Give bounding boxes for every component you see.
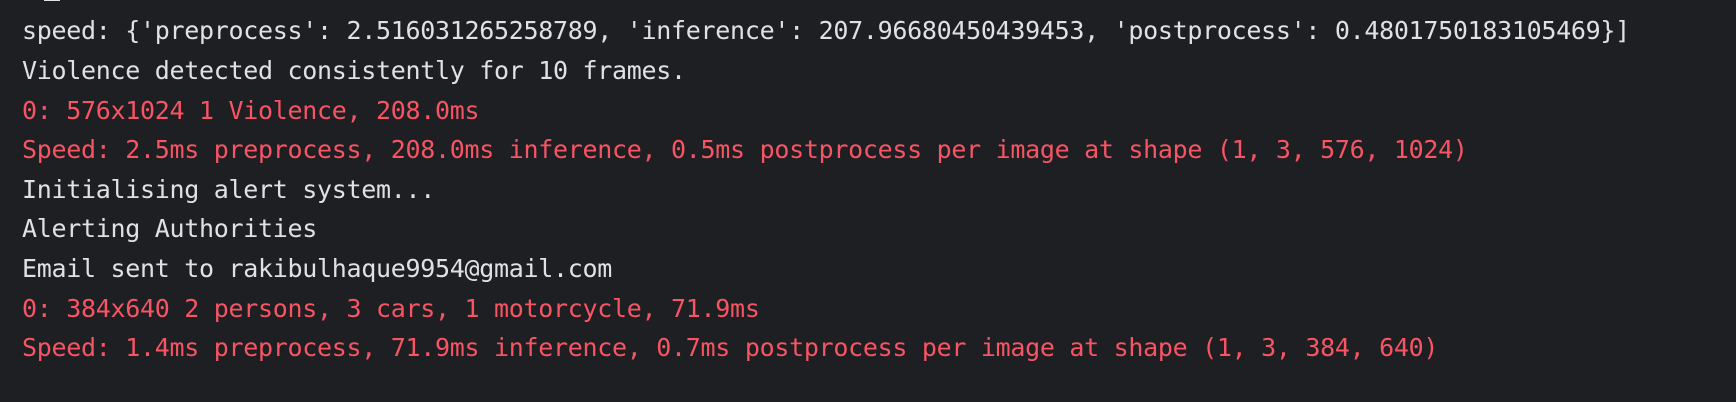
console-line-violence-detected: Violence detected consistently for 10 fr… [22, 56, 686, 85]
console-line-detection-result: 0: 576x1024 1 Violence, 208.0ms [22, 96, 480, 125]
console-line-speed-summary: Speed: 1.4ms preprocess, 71.9ms inferenc… [22, 333, 1439, 362]
console-output[interactable]: speed: {'preprocess': 2.516031265258789,… [0, 0, 1736, 402]
clipped-previous-line [44, 0, 60, 1]
console-line-alerting: Alerting Authorities [22, 214, 318, 243]
console-line-speed-summary: Speed: 2.5ms preprocess, 208.0ms inferen… [22, 135, 1468, 164]
console-line-speed-dict: speed: {'preprocess': 2.516031265258789,… [22, 16, 1630, 45]
console-line-email-sent: Email sent to rakibulhaque9954@gmail.com [22, 254, 613, 283]
console-line-detection-result: 0: 384x640 2 persons, 3 cars, 1 motorcyc… [22, 294, 760, 323]
console-line-init-alert: Initialising alert system... [22, 175, 436, 204]
